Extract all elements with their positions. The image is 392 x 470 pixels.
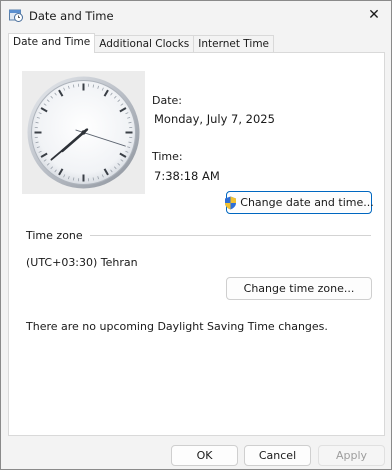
analog-clock [22,71,145,194]
time-label: Time: [152,150,183,163]
date-time-dialog: Date and Time ✕ Date and Time Additional… [0,0,392,470]
apply-button[interactable]: Apply [318,445,385,466]
clock-center-hub [81,130,86,135]
date-label: Date: [152,94,182,107]
date-time-control-panel-icon [9,8,23,22]
time-value: 7:38:18 AM [154,169,220,183]
time-zone-divider [90,235,371,236]
cancel-button[interactable]: Cancel [244,445,311,466]
window-title: Date and Time [29,9,114,23]
change-time-zone-button[interactable]: Change time zone... [226,277,372,300]
tab-strip: Date and Time Additional Clocks Internet… [8,33,275,53]
title-bar: Date and Time ✕ [1,1,391,31]
ok-button[interactable]: OK [171,445,238,466]
uac-shield-icon [224,196,237,210]
dst-message: There are no upcoming Daylight Saving Ti… [26,320,328,333]
tab-panel: Date: Monday, July 7, 2025 Time: 7:38:18… [8,52,385,436]
tab-additional-clocks[interactable]: Additional Clocks [94,35,195,53]
change-date-time-button[interactable]: Change date and time... [224,191,374,214]
tab-internet-time[interactable]: Internet Time [193,35,275,53]
date-value: Monday, July 7, 2025 [154,112,275,126]
close-button[interactable]: ✕ [357,1,391,29]
tab-date-and-time[interactable]: Date and Time [8,33,96,53]
close-icon: ✕ [368,7,380,23]
time-zone-heading: Time zone [26,229,83,242]
time-zone-value: (UTC+03:30) Tehran [26,256,138,269]
change-date-time-label: Change date and time... [240,196,374,209]
